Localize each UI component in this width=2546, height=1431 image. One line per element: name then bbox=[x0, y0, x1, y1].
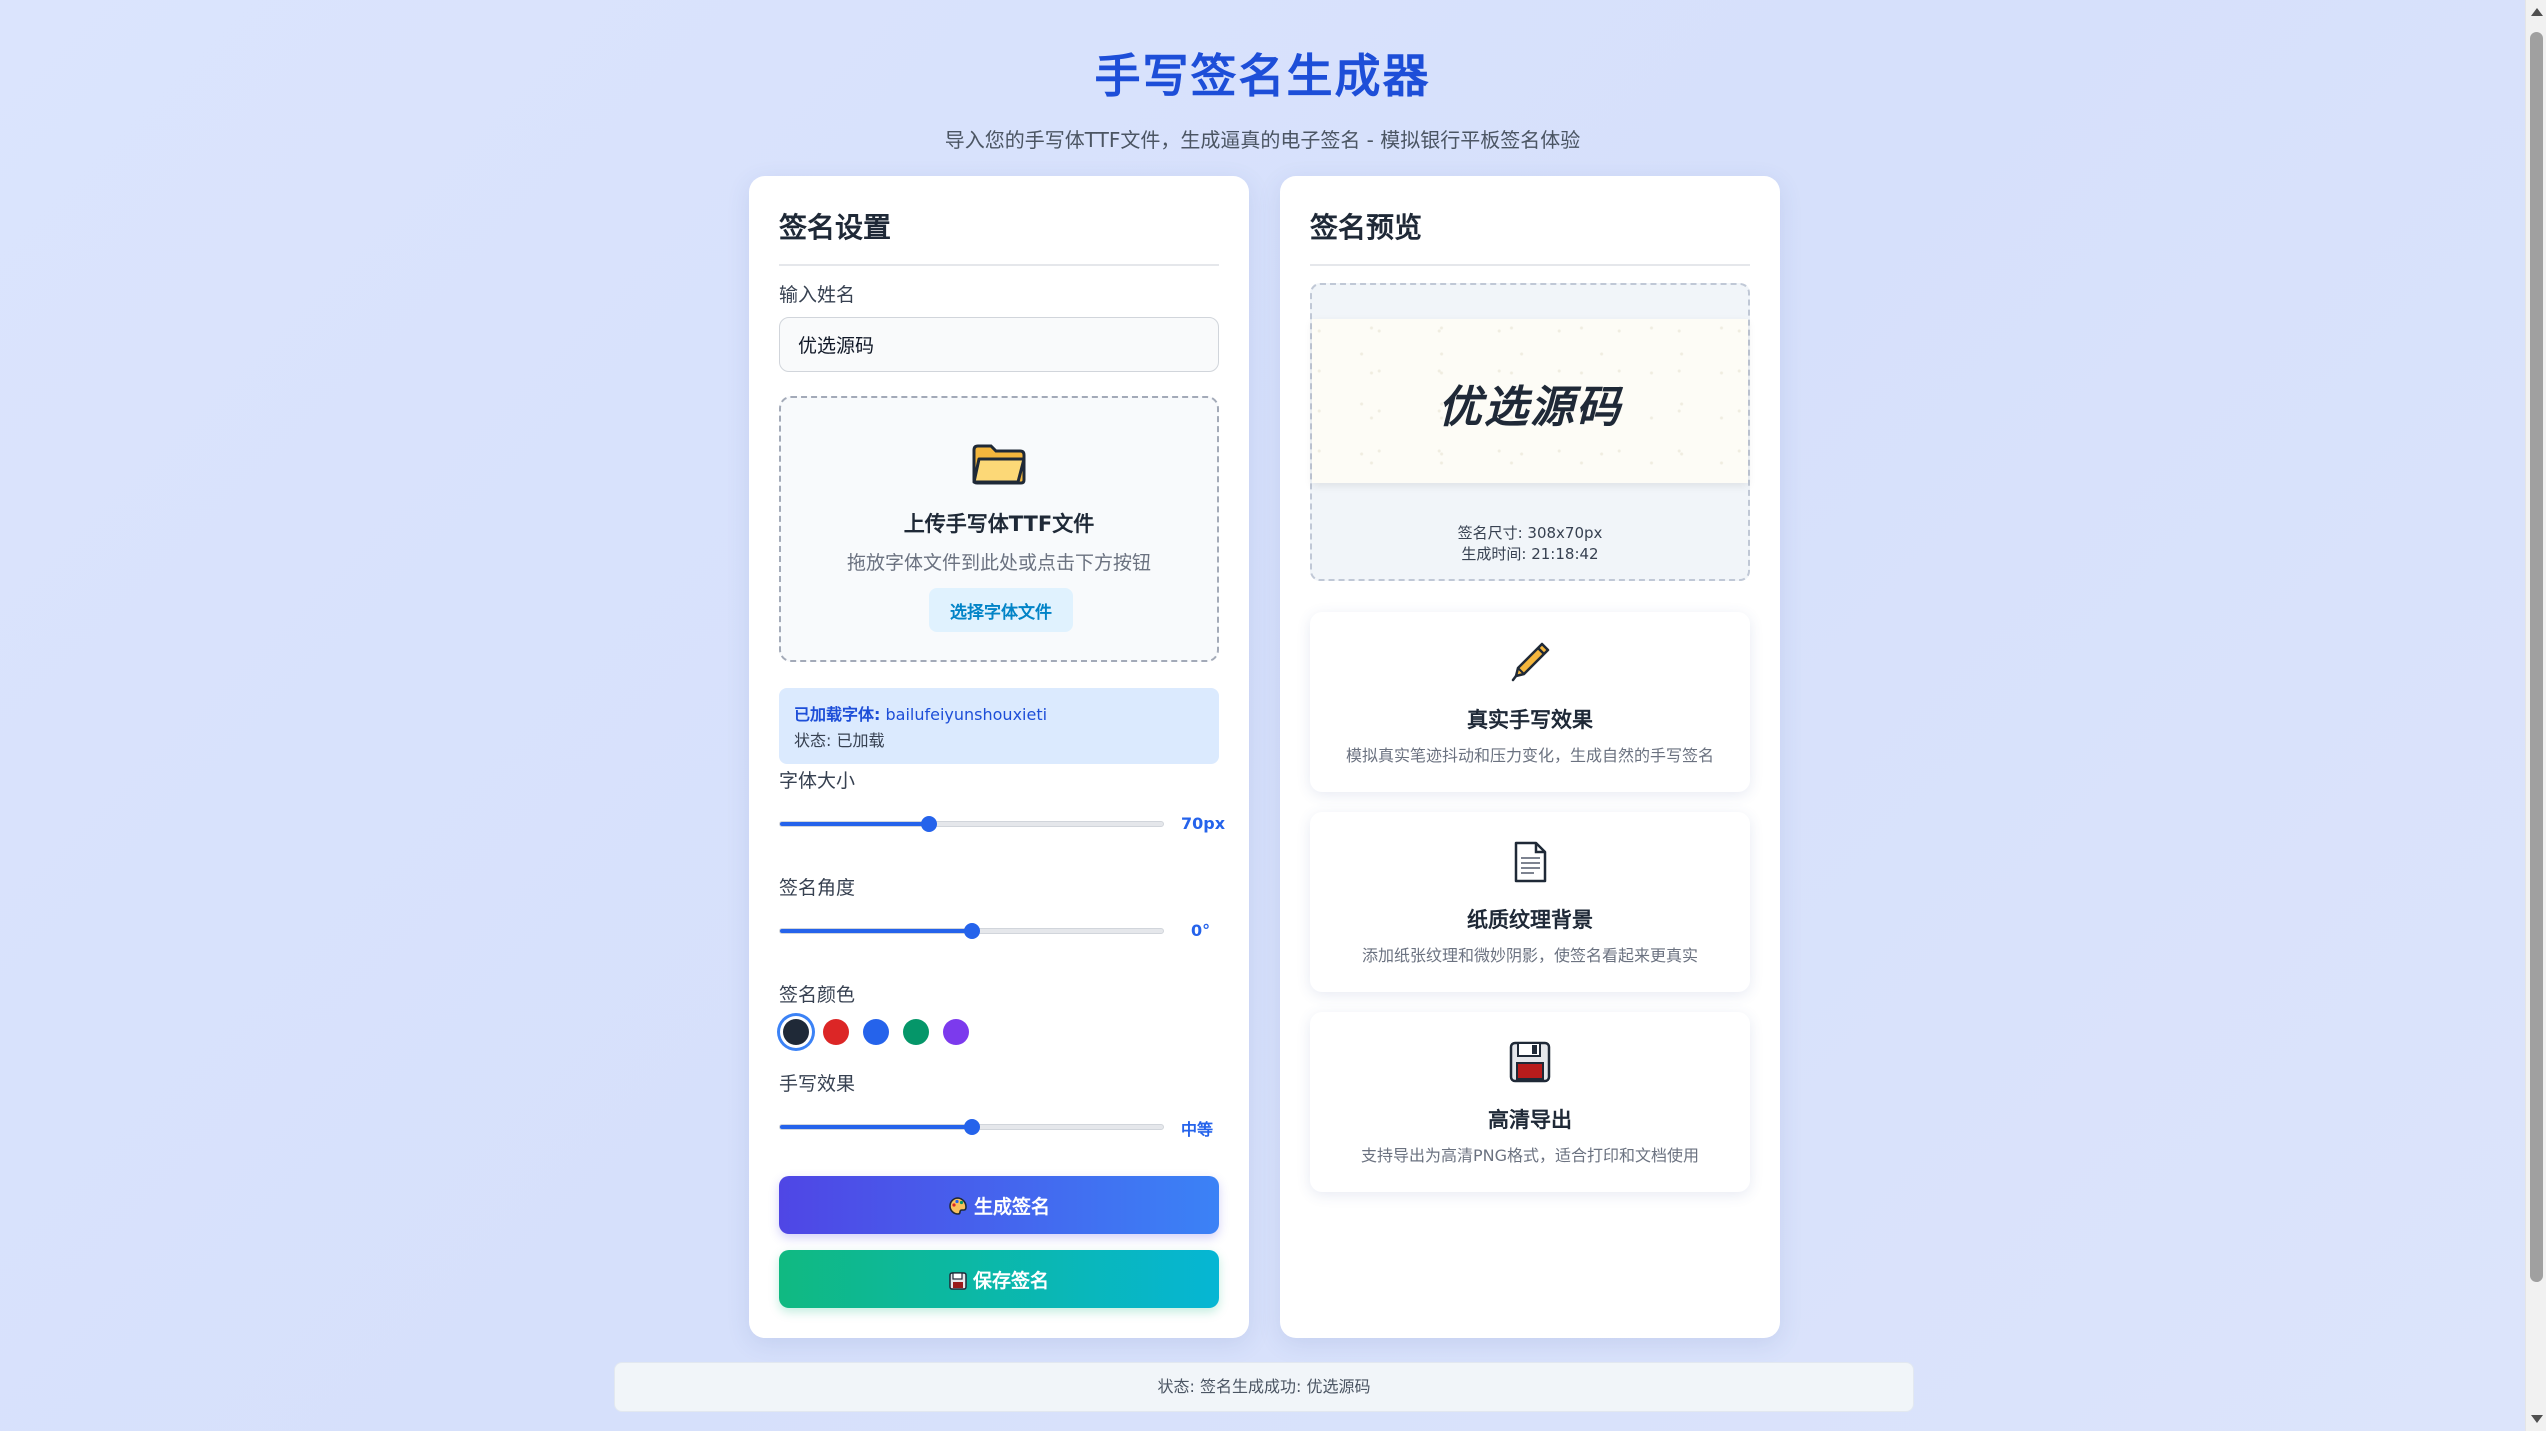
feature-title: 纸质纹理背景 bbox=[1467, 908, 1593, 932]
page-title: 手写签名生成器 bbox=[1094, 49, 1431, 103]
preview-meta: 签名尺寸: 308x70px 生成时间: 21:18:42 bbox=[1312, 523, 1748, 565]
font-status: 状态: 已加载 bbox=[794, 731, 885, 750]
page-header: 手写签名生成器 导入您的手写体TTF文件，生成逼真的电子签名 - 模拟银行平板签… bbox=[0, 40, 2525, 153]
upload-hint: 拖放字体文件到此处或点击下方按钮 bbox=[846, 552, 1151, 574]
settings-card: 签名设置 输入姓名 上传手写体TTF文件 拖放字体文件到此处或点击下方按钮 选择… bbox=[749, 176, 1249, 1338]
signature-paper: 优选源码 bbox=[1312, 319, 1748, 483]
effect-value: 中等 bbox=[1181, 1120, 1214, 1139]
status-bar: 状态: 签名生成成功: 优选源码 bbox=[614, 1362, 1914, 1412]
signature-image: 优选源码 bbox=[1438, 382, 1622, 433]
feature-card-export: 高清导出 支持导出为高清PNG格式，适合打印和文档使用 bbox=[1310, 1012, 1750, 1192]
settings-title: 签名设置 bbox=[779, 206, 1219, 266]
font-upload-dropzone[interactable]: 上传手写体TTF文件 拖放字体文件到此处或点击下方按钮 选择字体文件 bbox=[779, 396, 1219, 662]
effect-slider-fill bbox=[780, 1125, 972, 1129]
save-label: 保存签名 bbox=[972, 1269, 1049, 1292]
angle-slider-handle[interactable] bbox=[963, 923, 980, 939]
page-subtitle: 导入您的手写体TTF文件，生成逼真的电子签名 - 模拟银行平板签名体验 bbox=[944, 128, 1581, 152]
preview-title: 签名预览 bbox=[1310, 206, 1750, 266]
color-swatch[interactable] bbox=[823, 1019, 849, 1045]
signature-preview: 优选源码 签名尺寸: 308x70px 生成时间: 21:18:42 bbox=[1310, 283, 1750, 581]
color-swatch[interactable] bbox=[943, 1019, 969, 1045]
name-input[interactable] bbox=[779, 317, 1219, 372]
angle-label: 签名角度 bbox=[779, 877, 856, 899]
font-size-label: 字体大小 bbox=[779, 770, 856, 792]
feature-title: 高清导出 bbox=[1488, 1108, 1572, 1132]
folder-icon bbox=[972, 444, 1026, 485]
preview-card: 签名预览 优选源码 签名尺寸: 308x70px 生成时间: 21:18:42 … bbox=[1280, 176, 1780, 1338]
page-scrollbar[interactable] bbox=[2525, 0, 2546, 1431]
angle-value: 0° bbox=[1191, 921, 1211, 940]
pen-icon bbox=[1511, 642, 1550, 682]
generate-label: 生成签名 bbox=[973, 1195, 1050, 1218]
scroll-down-arrow-icon[interactable] bbox=[2531, 1415, 2543, 1423]
generated-time: 生成时间: 21:18:42 bbox=[1461, 545, 1599, 563]
upload-title: 上传手写体TTF文件 bbox=[903, 512, 1095, 536]
effect-label: 手写效果 bbox=[779, 1073, 856, 1095]
font-loaded-label: 已加载字体: bbox=[794, 705, 881, 724]
effect-slider[interactable] bbox=[779, 1119, 1164, 1135]
font-size-slider-handle[interactable] bbox=[921, 816, 938, 832]
palette-icon bbox=[948, 1196, 968, 1218]
font-info-panel: 已加载字体: bailufeiyunshouxieti 状态: 已加载 bbox=[779, 688, 1219, 764]
document-icon bbox=[1514, 841, 1547, 883]
effect-slider-handle[interactable] bbox=[963, 1119, 980, 1135]
font-size-value: 70px bbox=[1181, 814, 1226, 833]
font-size-slider[interactable] bbox=[779, 816, 1164, 832]
feature-desc: 支持导出为高清PNG格式，适合打印和文档使用 bbox=[1360, 1146, 1700, 1165]
feature-card-realistic: 真实手写效果 模拟真实笔迹抖动和压力变化，生成自然的手写签名 bbox=[1310, 612, 1750, 792]
feature-desc: 模拟真实笔迹抖动和压力变化，生成自然的手写签名 bbox=[1345, 746, 1714, 765]
feature-title: 真实手写效果 bbox=[1467, 708, 1593, 732]
color-swatch[interactable] bbox=[783, 1019, 809, 1045]
feature-desc: 添加纸张纹理和微妙阴影，使签名看起来更真实 bbox=[1361, 946, 1698, 965]
color-label: 签名颜色 bbox=[779, 984, 856, 1006]
name-label: 输入姓名 bbox=[779, 284, 856, 306]
scrollbar-thumb[interactable] bbox=[2530, 32, 2543, 1282]
angle-slider[interactable] bbox=[779, 923, 1164, 939]
floppy-disk-icon bbox=[1509, 1041, 1551, 1083]
angle-slider-fill bbox=[780, 929, 972, 933]
color-swatch[interactable] bbox=[903, 1019, 929, 1045]
font-size-slider-fill bbox=[780, 822, 930, 826]
signature-size: 签名尺寸: 308x70px bbox=[1457, 524, 1603, 542]
generate-signature-button[interactable]: 生成签名 bbox=[779, 1176, 1219, 1234]
scroll-up-arrow-icon[interactable] bbox=[2531, 8, 2543, 16]
color-swatch[interactable] bbox=[863, 1019, 889, 1045]
choose-font-button[interactable]: 选择字体文件 bbox=[929, 588, 1073, 632]
feature-card-paper: 纸质纹理背景 添加纸张纹理和微妙阴影，使签名看起来更真实 bbox=[1310, 812, 1750, 992]
font-name: bailufeiyunshouxieti bbox=[885, 705, 1048, 724]
app-viewport: 手写签名生成器 导入您的手写体TTF文件，生成逼真的电子签名 - 模拟银行平板签… bbox=[0, 0, 2525, 1431]
floppy-disk-icon bbox=[949, 1270, 967, 1292]
save-signature-button[interactable]: 保存签名 bbox=[779, 1250, 1219, 1308]
